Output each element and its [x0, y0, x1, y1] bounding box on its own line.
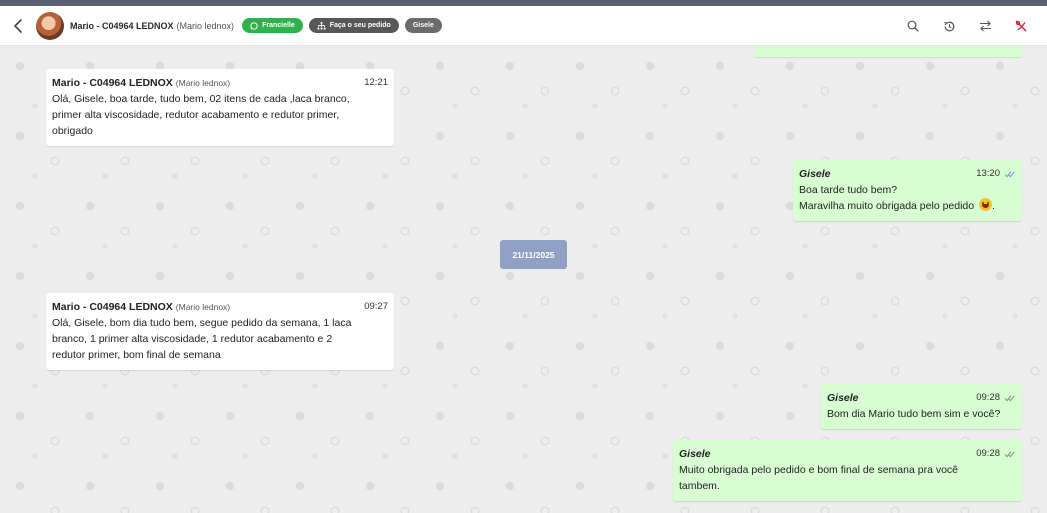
message-line: Boa tarde tudo bem?: [799, 184, 898, 196]
whatsapp-tag-label: Francielle: [262, 22, 295, 29]
message-line: redutor primer, bom final de semana: [52, 349, 221, 361]
contact-avatar[interactable]: [36, 11, 64, 40]
sender-subname: (Mario lednox): [175, 78, 231, 88]
sender-name: Gisele: [827, 392, 859, 404]
message-time: 12:21: [364, 77, 388, 88]
message-line: Maravilha muito obrigada pelo pedido: [799, 200, 975, 212]
grinning-emoji-icon: [979, 198, 993, 211]
whatsapp-connection-tag[interactable]: Francielle: [242, 18, 303, 33]
message-line-with-emoji: Maravilha muito obrigada pelo pedido .: [799, 198, 1016, 214]
order-tag-label: Faça o seu pedido: [329, 22, 391, 29]
search-icon[interactable]: [905, 18, 921, 34]
sender-subname: (Mario lednox): [175, 302, 231, 312]
contact-name: Mario - C04964 LEDNOX: [70, 20, 174, 31]
message-text: Boa tarde tudo bem? Maravilha muito obri…: [799, 182, 1016, 214]
message-line: obrigado: [52, 125, 93, 137]
sitemap-icon: [317, 21, 326, 30]
message-line: Muito obrigada pelo pedido e bom final d…: [679, 464, 959, 476]
outgoing-message[interactable]: Gisele 09:28 Muito obrigada pelo pedido …: [673, 440, 1022, 501]
sender-name: Mario - C04964 LEDNOX: [52, 77, 173, 89]
message-time: 09:28: [976, 392, 1000, 403]
delivered-ticks-icon: [1004, 451, 1015, 458]
message-time: 13:20: [976, 168, 1000, 179]
chat-header: Mario - C04964 LEDNOX (Mario lednox) Fra…: [0, 6, 1047, 46]
message-text: Olá, Gisele, bom dia tudo bem, segue ped…: [52, 315, 388, 363]
history-icon[interactable]: [941, 18, 957, 34]
close-ticket-icon[interactable]: [1013, 18, 1029, 34]
message-line-tail: .: [992, 200, 995, 212]
read-ticks-icon: [1004, 171, 1015, 178]
contact-subname: (Mario lednox): [176, 20, 235, 31]
agent-tag-label: Gisele: [412, 22, 434, 29]
message-line: branco, 1 primer alta viscosidade, 1 red…: [52, 333, 333, 345]
outgoing-message[interactable]: Gisele 13:20 Boa tarde tudo bem? Maravil…: [793, 160, 1022, 221]
chat-area[interactable]: Mario - C04964 LEDNOX (Mario lednox) 12:2…: [0, 46, 1047, 513]
sender-name: Gisele: [799, 168, 831, 180]
transfer-icon[interactable]: [977, 18, 993, 34]
previous-message-bubble: [754, 46, 1022, 57]
message-sender: Mario - C04964 LEDNOX (Mario lednox): [52, 299, 230, 315]
back-arrow-icon[interactable]: [10, 18, 26, 34]
agent-tag[interactable]: Gisele: [404, 18, 442, 33]
date-separator: 21/11/2025: [500, 240, 567, 269]
message-time: 09:27: [364, 301, 388, 312]
message-text: Bom dia Mario tudo bem sim e você?: [827, 406, 1016, 422]
message-time: 09:28: [976, 448, 1000, 459]
sender-name: Mario - C04964 LEDNOX: [52, 301, 173, 313]
message-text: Olá, Gisele, boa tarde, tudo bem, 02 ite…: [52, 91, 388, 139]
delivered-ticks-icon: [1004, 395, 1015, 402]
message-line: Bom dia Mario tudo bem sim e você?: [827, 408, 1001, 420]
message-line: Olá, Gisele, bom dia tudo bem, segue ped…: [52, 317, 352, 329]
incoming-message[interactable]: Mario - C04964 LEDNOX (Mario lednox) 12:2…: [46, 69, 394, 146]
whatsapp-icon: [250, 21, 258, 30]
outgoing-message[interactable]: Gisele 09:28 Bom dia Mario tudo bem sim …: [821, 384, 1022, 429]
sender-name: Gisele: [679, 448, 711, 460]
message-line: primer alta viscosidade, redutor acabame…: [52, 109, 340, 121]
incoming-message[interactable]: Mario - C04964 LEDNOX (Mario lednox) 09:2…: [46, 293, 394, 370]
message-sender: Mario - C04964 LEDNOX (Mario lednox): [52, 75, 230, 91]
message-line: Olá, Gisele, boa tarde, tudo bem, 02 ite…: [52, 93, 350, 105]
message-line: tambem.: [679, 480, 720, 492]
message-text: Muito obrigada pelo pedido e bom final d…: [679, 462, 1016, 494]
order-queue-tag[interactable]: Faça o seu pedido: [308, 18, 399, 33]
